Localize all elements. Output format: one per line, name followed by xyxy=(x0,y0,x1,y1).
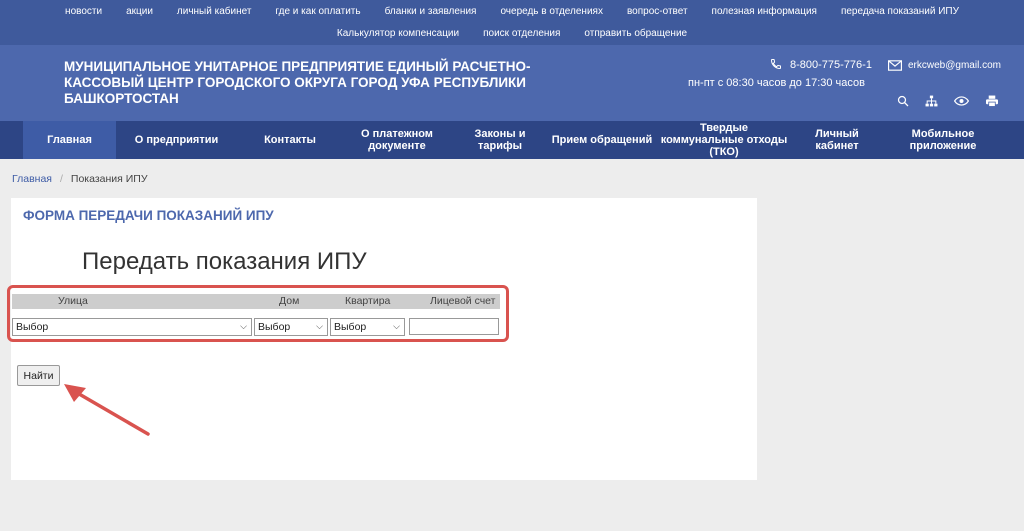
chevron-down-icon: ⌵ xyxy=(316,321,323,331)
breadcrumb-separator: / xyxy=(59,173,63,185)
top-links-row1: новости акции личный кабинет где и как о… xyxy=(0,6,1024,17)
top-link-news[interactable]: новости xyxy=(65,6,102,17)
email-address[interactable]: erkcweb@gmail.com xyxy=(908,60,1001,71)
org-title[interactable]: МУНИЦИПАЛЬНОЕ УНИТАРНОЕ ПРЕДПРИЯТИЕ ЕДИН… xyxy=(64,59,534,107)
mail-icon xyxy=(888,60,902,71)
top-link-personal-account[interactable]: личный кабинет xyxy=(177,6,252,17)
column-house: Дом xyxy=(279,295,300,307)
top-link-forms[interactable]: бланки и заявления xyxy=(385,6,477,17)
main-nav: Главная О предприятии Контакты О платежн… xyxy=(0,121,1024,159)
top-link-where-to-pay[interactable]: где и как оплатить xyxy=(275,6,360,17)
top-link-send-request[interactable]: отправить обращение xyxy=(584,28,687,39)
sitemap-icon[interactable] xyxy=(925,95,938,107)
column-apartment: Квартира xyxy=(345,295,391,307)
top-links-row2: Калькулятор компенсации поиск отделения … xyxy=(0,28,1024,39)
search-button[interactable]: Найти xyxy=(17,365,60,386)
house-select-value: Выбор xyxy=(258,321,291,333)
nav-item-laws-tariffs[interactable]: Законы и тарифы xyxy=(464,121,536,159)
form-heading: Передать показания ИПУ xyxy=(82,248,367,275)
top-link-queue[interactable]: очередь в отделениях xyxy=(500,6,603,17)
site-header: МУНИЦИПАЛЬНОЕ УНИТАРНОЕ ПРЕДПРИЯТИЕ ЕДИН… xyxy=(0,45,1024,121)
card-title: ФОРМА ПЕРЕДАЧИ ПОКАЗАНИЙ ИПУ xyxy=(23,208,274,223)
column-street: Улица xyxy=(58,295,88,307)
street-select-value: Выбор xyxy=(16,321,49,333)
nav-item-payment-document[interactable]: О платежном документе xyxy=(345,121,449,159)
breadcrumb: Главная / Показания ИПУ xyxy=(12,173,148,185)
top-link-faq[interactable]: вопрос-ответ xyxy=(627,6,688,17)
annotation-arrow-icon xyxy=(64,384,150,436)
nav-item-contacts[interactable]: Контакты xyxy=(247,121,333,159)
eye-icon[interactable] xyxy=(954,96,969,106)
nav-item-personal-account[interactable]: Личный кабинет xyxy=(800,121,874,159)
chevron-down-icon: ⌵ xyxy=(393,321,400,331)
address-table-header: Улица Дом Квартира Лицевой счет xyxy=(12,294,500,309)
print-icon[interactable] xyxy=(985,95,999,107)
nav-item-mobile-app[interactable]: Мобильное приложение xyxy=(888,121,998,159)
breadcrumb-current: Показания ИПУ xyxy=(70,173,148,185)
column-account: Лицевой счет xyxy=(430,295,496,307)
nav-item-home[interactable]: Главная xyxy=(23,121,116,159)
search-icon[interactable] xyxy=(897,95,909,107)
top-link-find-office[interactable]: поиск отделения xyxy=(483,28,560,39)
street-select[interactable]: Выбор ⌵ xyxy=(12,318,252,336)
top-link-meter-readings[interactable]: передача показаний ИПУ xyxy=(841,6,959,17)
top-links-bar: новости акции личный кабинет где и как о… xyxy=(0,0,1024,45)
account-number-input[interactable] xyxy=(409,318,499,335)
nav-item-solid-waste[interactable]: Твердые коммунальные отходы (ТКО) xyxy=(660,121,788,159)
apartment-select[interactable]: Выбор ⌵ xyxy=(330,318,405,336)
nav-item-about[interactable]: О предприятии xyxy=(120,121,233,159)
phone-icon xyxy=(770,59,781,70)
apartment-select-value: Выбор xyxy=(334,321,367,333)
top-link-promotions[interactable]: акции xyxy=(126,6,153,17)
breadcrumb-home[interactable]: Главная xyxy=(12,173,52,185)
top-link-calculator[interactable]: Калькулятор компенсации xyxy=(337,28,459,39)
phone-number[interactable]: 8-800-775-776-1 xyxy=(790,59,872,71)
nav-item-appeals[interactable]: Прием обращений xyxy=(547,121,657,159)
house-select[interactable]: Выбор ⌵ xyxy=(254,318,328,336)
top-link-useful-info[interactable]: полезная информация xyxy=(712,6,817,17)
chevron-down-icon: ⌵ xyxy=(240,321,247,331)
working-hours: пн-пт с 08:30 часов до 17:30 часов xyxy=(688,77,865,89)
